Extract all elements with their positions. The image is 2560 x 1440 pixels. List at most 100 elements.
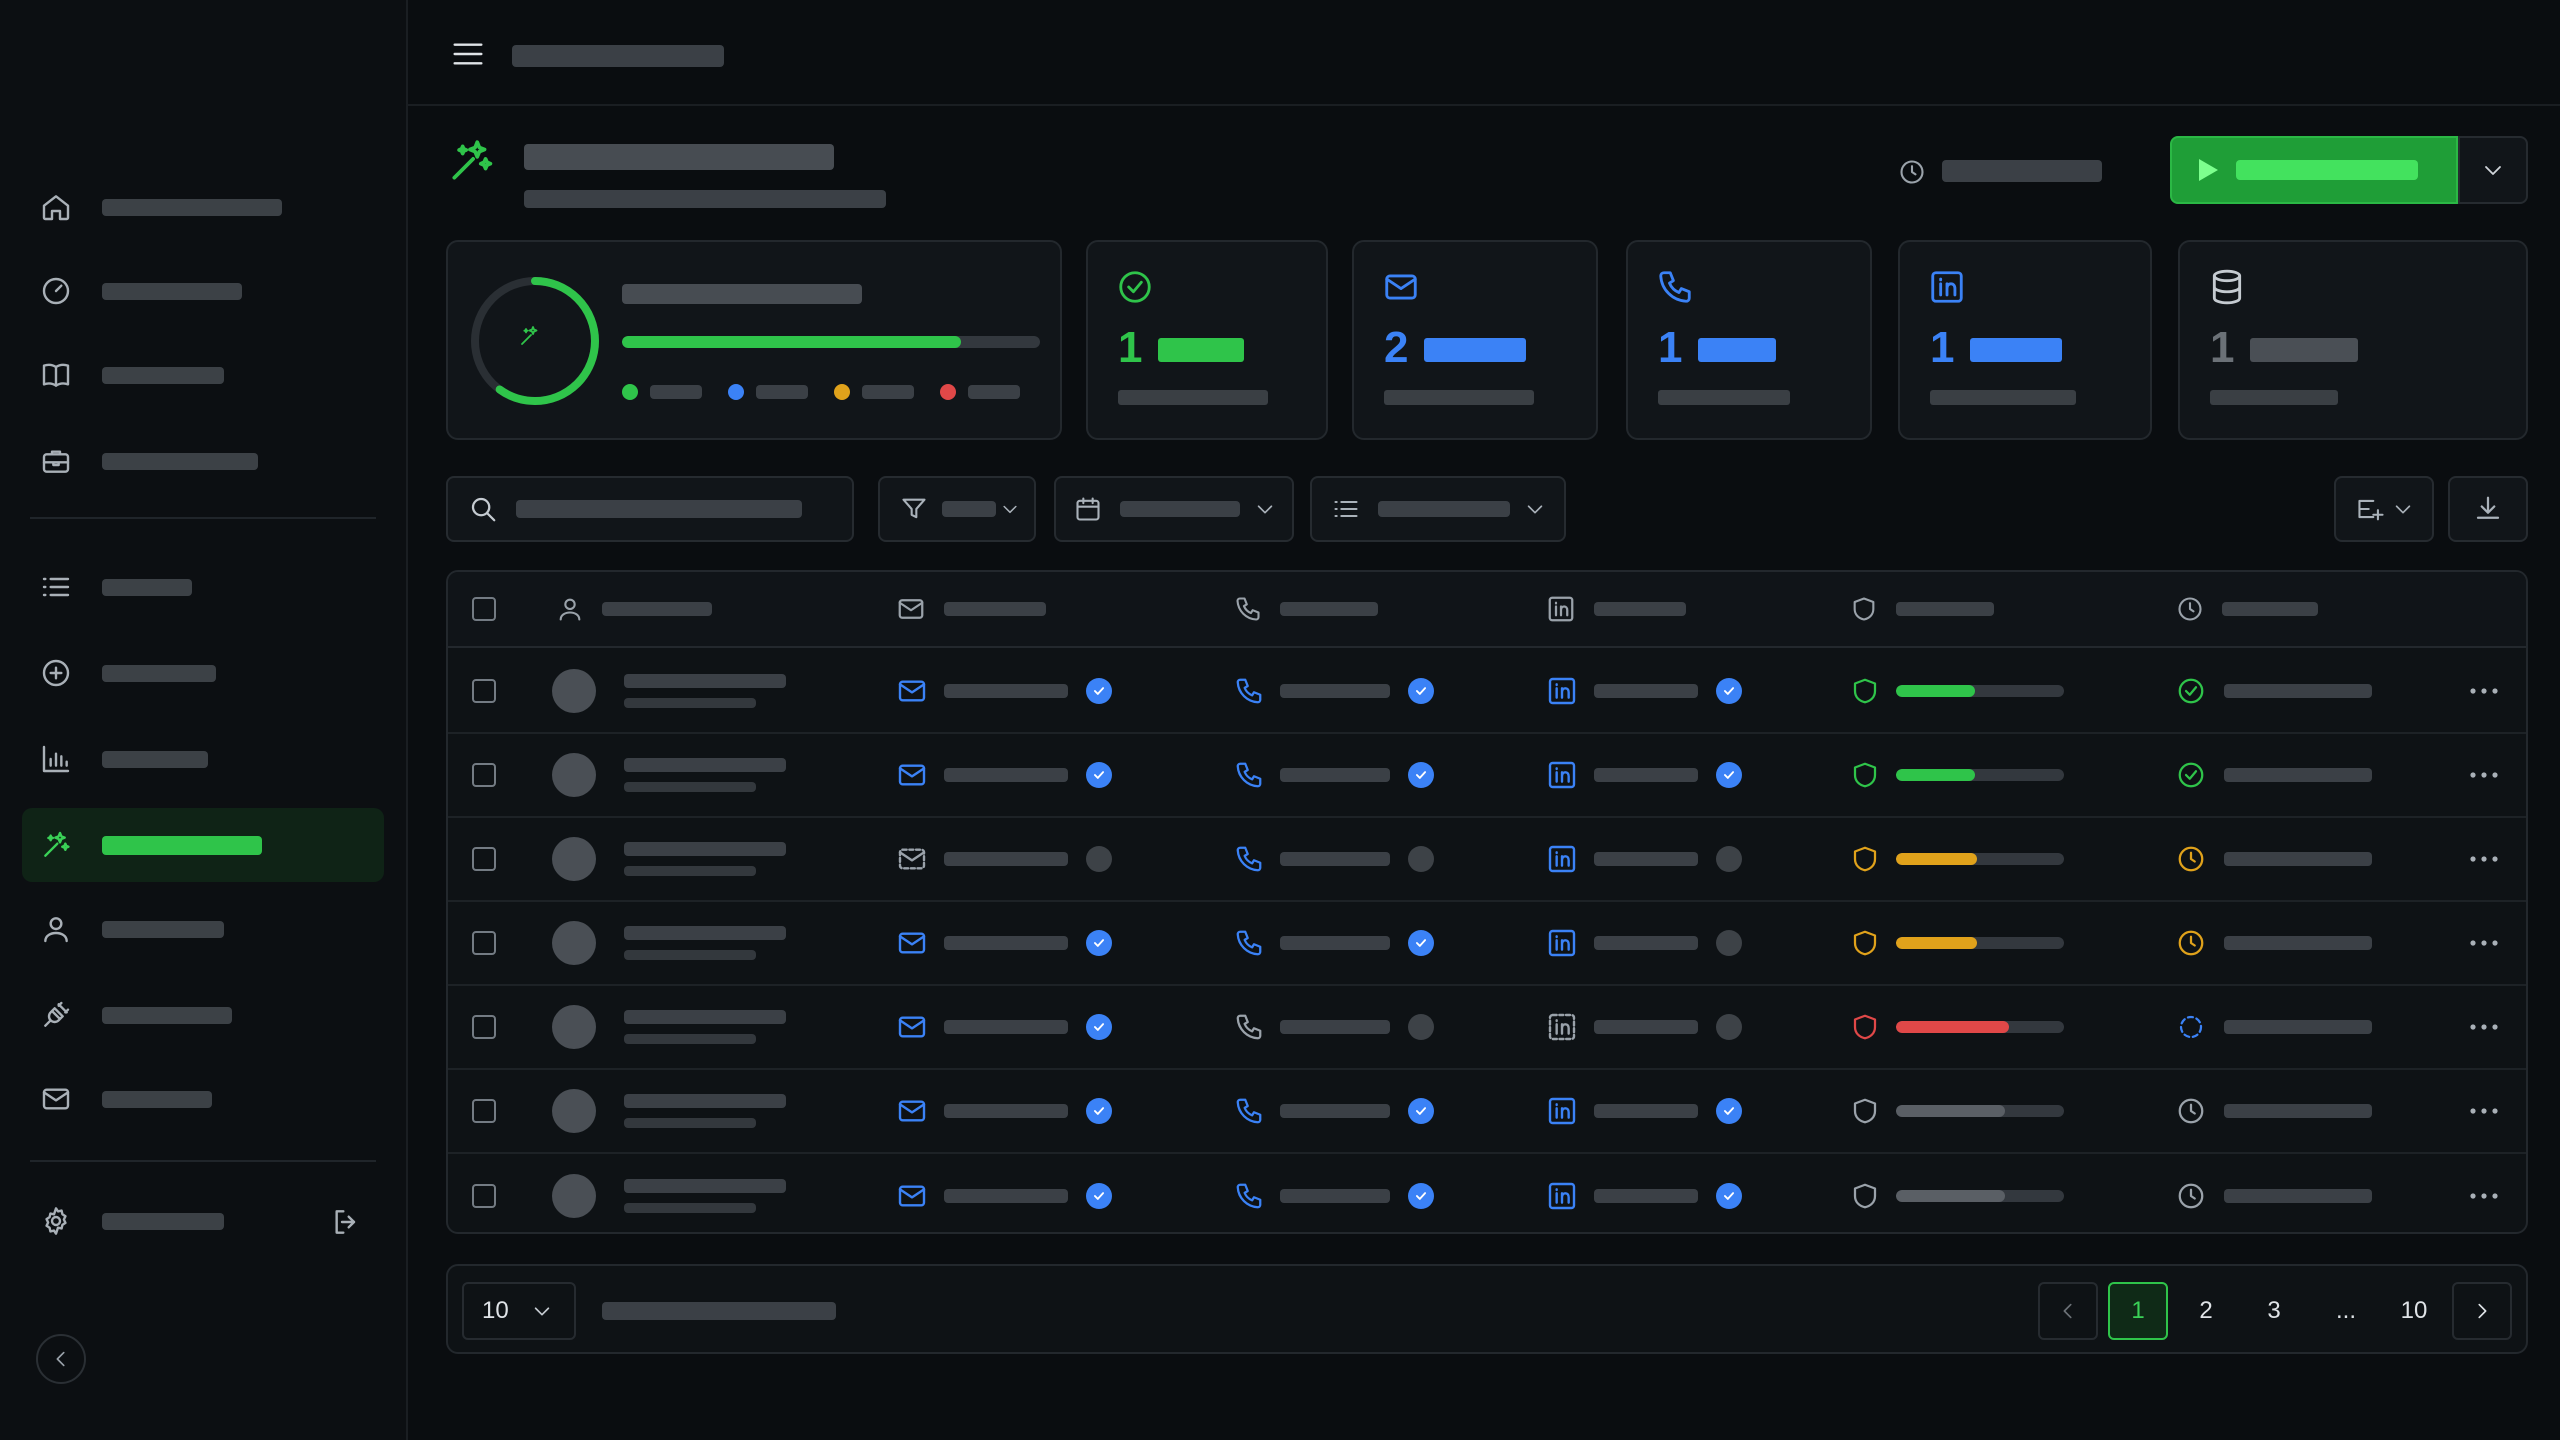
sidebar-item-inbox[interactable]	[22, 1062, 384, 1136]
row-checkbox[interactable]	[472, 847, 496, 871]
row-checkbox[interactable]	[472, 763, 496, 787]
page-button[interactable]: 2	[2176, 1282, 2236, 1340]
collapse-sidebar-button[interactable]	[36, 1334, 86, 1384]
page-size-select[interactable]: 10	[462, 1282, 576, 1340]
column-header-score[interactable]	[1850, 572, 1994, 646]
sidebar-item-dashboard[interactable]	[22, 254, 384, 328]
table-row[interactable]	[448, 1154, 2526, 1232]
sidebar-item-enrichment[interactable]	[22, 808, 384, 882]
column-header-email[interactable]	[896, 572, 1046, 646]
select-all-checkbox[interactable]	[472, 597, 496, 621]
table-row[interactable]	[448, 818, 2526, 902]
email-cell[interactable]	[896, 986, 1112, 1068]
legend-label	[862, 385, 914, 399]
row-actions-button[interactable]	[2470, 818, 2498, 900]
phone-cell[interactable]	[1234, 818, 1434, 900]
phone-icon	[1236, 1014, 1262, 1040]
page-button[interactable]: 3	[2244, 1282, 2304, 1340]
search-placeholder	[516, 500, 802, 518]
row-actions-button[interactable]	[2470, 986, 2498, 1068]
stat-card-emails[interactable]: 2	[1352, 240, 1598, 440]
email-cell[interactable]	[896, 1070, 1112, 1152]
linkedin-cell[interactable]	[1546, 818, 1742, 900]
linkedin-cell[interactable]	[1546, 986, 1742, 1068]
sidebar-item-integrations[interactable]	[22, 978, 384, 1052]
stat-card-linkedin[interactable]: 1	[1898, 240, 2152, 440]
sidebar-item-contacts[interactable]	[22, 892, 384, 966]
linkedin-cell[interactable]	[1546, 1070, 1742, 1152]
linkedin-cell[interactable]	[1546, 734, 1742, 816]
row-actions-button[interactable]	[2470, 650, 2498, 732]
phone-cell[interactable]	[1234, 734, 1434, 816]
row-checkbox[interactable]	[472, 1184, 496, 1208]
sidebar-item-label	[102, 578, 192, 596]
phone-cell[interactable]	[1234, 1070, 1434, 1152]
sidebar-item-lists[interactable]	[22, 550, 384, 624]
more-horizontal-icon	[2470, 772, 2498, 778]
stat-card-total[interactable]: 1	[2178, 240, 2528, 440]
unverified-badge	[1716, 846, 1742, 872]
prev-page-button[interactable]	[2038, 1282, 2098, 1340]
table-row[interactable]	[448, 650, 2526, 734]
email-cell[interactable]	[896, 902, 1112, 984]
filter-dropdown[interactable]	[878, 476, 1036, 542]
next-page-button[interactable]	[2452, 1282, 2512, 1340]
column-header-name[interactable]	[556, 572, 712, 646]
download-button[interactable]	[2448, 476, 2528, 542]
contact-company	[624, 698, 756, 708]
email-value	[944, 852, 1068, 866]
phone-cell[interactable]	[1234, 1154, 1434, 1232]
phone-value	[1280, 852, 1390, 866]
briefcase-icon	[40, 445, 72, 477]
linkedin-cell[interactable]	[1546, 1154, 1742, 1232]
email-cell[interactable]	[896, 818, 1112, 900]
avatar	[552, 753, 596, 797]
hamburger-icon[interactable]	[452, 40, 484, 68]
stat-card-verified[interactable]: 1	[1086, 240, 1328, 440]
phone-icon	[1236, 846, 1262, 872]
email-cell[interactable]	[896, 734, 1112, 816]
column-header-phone[interactable]	[1234, 572, 1378, 646]
run-button[interactable]	[2170, 136, 2458, 204]
table-row[interactable]	[448, 734, 2526, 818]
columns-button[interactable]	[2334, 476, 2434, 542]
row-checkbox[interactable]	[472, 679, 496, 703]
row-checkbox[interactable]	[472, 931, 496, 955]
sidebar-item-create[interactable]	[22, 636, 384, 710]
phone-cell[interactable]	[1234, 902, 1434, 984]
stat-card-phones[interactable]: 1	[1626, 240, 1872, 440]
row-actions-button[interactable]	[2470, 902, 2498, 984]
table-row[interactable]	[448, 986, 2526, 1070]
sidebar-item-home[interactable]	[22, 170, 384, 244]
sidebar-item-label	[102, 664, 216, 682]
row-actions-button[interactable]	[2470, 1070, 2498, 1152]
list-view-dropdown[interactable]	[1310, 476, 1566, 542]
page-button[interactable]: 10	[2384, 1282, 2444, 1340]
date-range-dropdown[interactable]	[1054, 476, 1294, 542]
phone-cell[interactable]	[1234, 986, 1434, 1068]
sidebar-item-docs[interactable]	[22, 338, 384, 412]
linkedin-cell[interactable]	[1546, 902, 1742, 984]
column-header-linkedin[interactable]	[1546, 572, 1686, 646]
status-text	[2224, 1020, 2372, 1034]
table-row[interactable]	[448, 902, 2526, 986]
sidebar-item-analytics[interactable]	[22, 722, 384, 796]
email-cell[interactable]	[896, 1154, 1112, 1232]
phone-cell[interactable]	[1234, 650, 1434, 732]
linkedin-value	[1594, 684, 1698, 698]
logout-icon[interactable]	[330, 1206, 362, 1238]
sidebar-item-jobs[interactable]	[22, 424, 384, 498]
linkedin-cell[interactable]	[1546, 650, 1742, 732]
search-input[interactable]	[446, 476, 854, 542]
linkedin-icon	[1548, 1097, 1576, 1125]
email-cell[interactable]	[896, 650, 1112, 732]
row-actions-button[interactable]	[2470, 734, 2498, 816]
avatar	[552, 1005, 596, 1049]
row-actions-button[interactable]	[2470, 1154, 2498, 1232]
row-checkbox[interactable]	[472, 1099, 496, 1123]
run-options-button[interactable]	[2458, 136, 2528, 204]
column-header-status[interactable]	[2176, 572, 2318, 646]
page-button[interactable]: 1	[2108, 1282, 2168, 1340]
row-checkbox[interactable]	[472, 1015, 496, 1039]
table-row[interactable]	[448, 1070, 2526, 1154]
